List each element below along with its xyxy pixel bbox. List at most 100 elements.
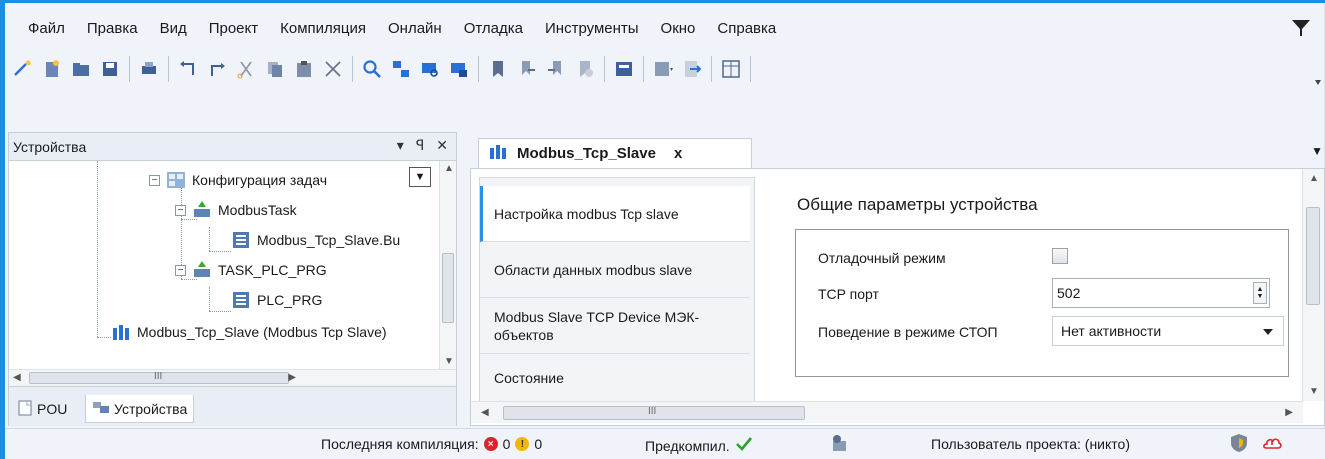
menu-help[interactable]: Справка [706, 18, 787, 42]
devices-icon [92, 399, 110, 418]
menu-window[interactable]: Окно [650, 18, 707, 42]
paste-icon[interactable] [291, 56, 317, 82]
tree-item-modbus-slave[interactable]: Modbus_Tcp_Slave (Modbus Tcp Slave) [111, 317, 387, 347]
tree-item-label: Modbus_Tcp_Slave.Bu [257, 232, 401, 248]
login-icon[interactable] [679, 56, 705, 82]
menu-tools[interactable]: Инструменты [534, 18, 650, 42]
menu-online[interactable]: Онлайн [377, 18, 453, 42]
settings-nav: Настройка modbus Tcp slave Области данны… [479, 177, 755, 403]
scroll-down-icon[interactable]: ▼ [444, 356, 454, 367]
nav-item-status[interactable]: Состояние [480, 354, 750, 402]
filter-icon[interactable] [1291, 18, 1311, 38]
nav-item-settings[interactable]: Настройка modbus Tcp slave [480, 186, 750, 242]
tree-item-task-plc[interactable]: − TASK_PLC_PRG [175, 255, 327, 285]
tree-horizontal-scrollbar[interactable]: ◀ III ▶ [9, 369, 456, 386]
menu-project[interactable]: Проект [198, 18, 269, 42]
program-call-icon [231, 290, 251, 310]
collapse-icon[interactable]: − [149, 174, 160, 186]
copy-icon[interactable] [262, 56, 288, 82]
scroll-thumb[interactable]: III [29, 371, 289, 384]
port-stepper[interactable]: ▲ ▼ [1253, 282, 1267, 304]
scroll-right-icon[interactable]: ▶ [1285, 407, 1293, 418]
editor-horizontal-scrollbar[interactable]: ◀ III ▶ [471, 401, 1303, 423]
chevron-down-icon[interactable]: ▼ [409, 167, 431, 187]
error-count[interactable]: 0 [503, 436, 511, 452]
project-user-status: Пользователь проекта: (никто) [931, 436, 1130, 452]
pin-icon[interactable]: ꟼ [416, 137, 424, 154]
panel-menu-icon[interactable]: ▾ [397, 137, 404, 154]
shield-icon[interactable] [1229, 433, 1249, 453]
main-toolbar [10, 52, 754, 86]
tree-item-task-config[interactable]: − Конфигурация задач [149, 165, 327, 195]
compile-icon[interactable] [611, 56, 637, 82]
tab-pou[interactable]: POU [11, 395, 73, 423]
find-replace-icon[interactable] [388, 56, 414, 82]
print-icon[interactable] [136, 56, 162, 82]
scroll-left-icon[interactable]: ◀ [481, 407, 489, 418]
toolbar-separator [604, 56, 605, 82]
collapse-icon[interactable]: − [175, 264, 186, 276]
debug-mode-checkbox[interactable] [1052, 248, 1068, 264]
tree-item-modbus-call[interactable]: Modbus_Tcp_Slave.Bu [231, 225, 400, 255]
scroll-thumb[interactable] [1306, 207, 1320, 305]
tree-item-label: Конфигурация задач [192, 172, 327, 188]
device-icon[interactable] [650, 56, 676, 82]
toolbar-grip-icon[interactable] [1315, 78, 1321, 86]
nav-item-data-areas[interactable]: Области данных modbus slave [480, 242, 750, 298]
scroll-thumb[interactable]: III [503, 406, 805, 420]
tree-vertical-scrollbar[interactable]: ▲ ▼ [439, 161, 456, 369]
scroll-left-icon[interactable]: ◀ [13, 372, 21, 383]
cut-icon[interactable] [233, 56, 259, 82]
tree-line [209, 251, 231, 252]
undo-icon[interactable] [175, 56, 201, 82]
open-icon[interactable] [68, 56, 94, 82]
cloud-warning-icon[interactable] [1261, 433, 1283, 451]
menu-view[interactable]: Вид [149, 18, 198, 42]
stop-behavior-select[interactable]: Нет активности [1052, 316, 1284, 346]
tcp-port-input[interactable]: 502 ▲ ▼ [1052, 278, 1270, 308]
editor-vertical-scrollbar[interactable]: ▲ ▼ [1302, 169, 1324, 401]
find-next-icon[interactable] [417, 56, 443, 82]
nav-item-iec-objects[interactable]: Modbus Slave TCP Device МЭК-объектов [480, 298, 750, 354]
chevron-down-icon[interactable]: ▼ [1311, 144, 1323, 158]
precompile-status[interactable]: Предкомпил. [645, 436, 753, 455]
tab-devices[interactable]: Устройства [85, 395, 195, 423]
stepper-down-icon[interactable]: ▼ [1257, 293, 1264, 300]
scroll-up-icon[interactable]: ▲ [444, 163, 454, 174]
window-accent-top [0, 0, 1325, 3]
project-settings-icon[interactable] [829, 433, 849, 453]
error-icon: × [483, 437, 498, 451]
stepper-up-icon[interactable]: ▲ [1257, 286, 1264, 293]
close-icon[interactable]: ✕ [436, 137, 448, 154]
tree-item-modbus-task[interactable]: − ModbusTask [175, 195, 297, 225]
chevron-down-icon[interactable] [1263, 329, 1273, 335]
new-project-icon[interactable] [10, 56, 36, 82]
scroll-down-icon[interactable]: ▼ [1309, 386, 1319, 397]
scroll-up-icon[interactable]: ▲ [1309, 173, 1319, 184]
scroll-right-icon[interactable]: ▶ [288, 372, 296, 383]
collapse-icon[interactable]: − [175, 204, 186, 216]
section-title: Общие параметры устройства [797, 195, 1038, 214]
redo-icon[interactable] [204, 56, 230, 82]
warning-count[interactable]: 0 [534, 436, 542, 452]
check-icon [735, 436, 753, 455]
delete-icon[interactable] [320, 56, 346, 82]
bookmark-icon[interactable] [485, 56, 511, 82]
bookmark-prev-icon[interactable] [543, 56, 569, 82]
menu-build[interactable]: Компиляция [269, 18, 377, 42]
scroll-thumb[interactable] [442, 253, 454, 323]
menu-file[interactable]: Файл [20, 18, 76, 42]
close-tab-icon[interactable]: x [674, 145, 682, 162]
bookmark-next-icon[interactable] [514, 56, 540, 82]
menu-debug[interactable]: Отладка [453, 18, 534, 42]
bookmark-clear-icon[interactable] [572, 56, 598, 82]
toolbar-separator [711, 56, 712, 82]
find-icon[interactable] [359, 56, 385, 82]
table-icon[interactable] [718, 56, 744, 82]
tree-item-plc-prg[interactable]: PLC_PRG [231, 285, 322, 315]
find-prev-icon[interactable] [446, 56, 472, 82]
menu-edit[interactable]: Правка [76, 18, 149, 42]
tab-modbus-tcp-slave[interactable]: Modbus_Tcp_Slave x [478, 138, 752, 168]
new-file-icon[interactable] [39, 56, 65, 82]
save-icon[interactable] [97, 56, 123, 82]
